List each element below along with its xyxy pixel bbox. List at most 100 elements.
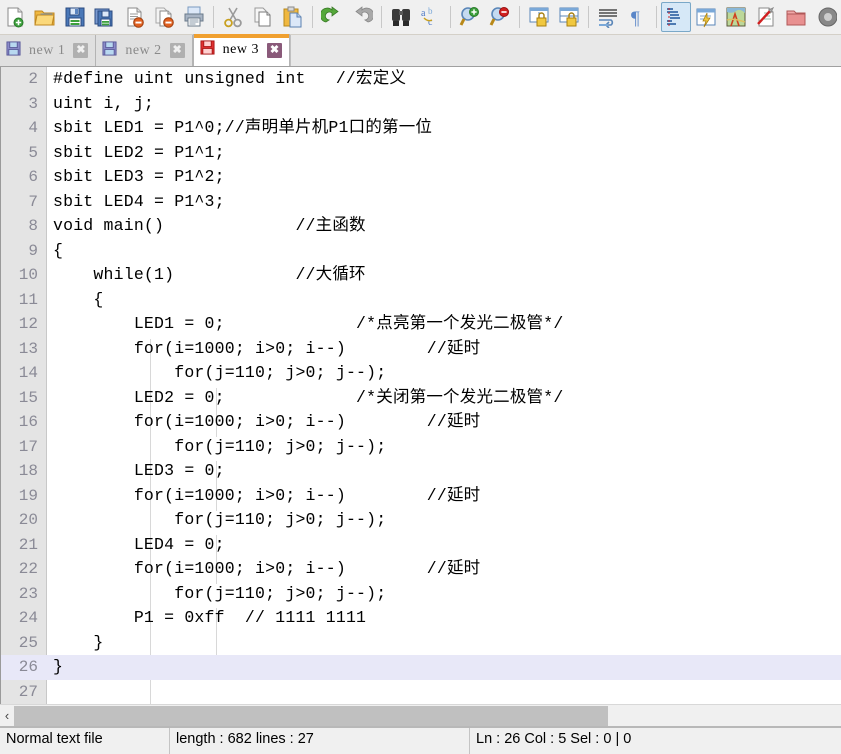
- line-number: 4: [28, 119, 38, 137]
- horizontal-scrollbar[interactable]: ‹: [0, 704, 841, 726]
- toolbar-separator: [656, 6, 658, 28]
- code-line[interactable]: 24 P1 = 0xff // 1111 1111: [1, 606, 841, 631]
- code-line[interactable]: 25 }: [1, 631, 841, 656]
- tab-new-3[interactable]: new 3 ✖: [192, 34, 290, 66]
- line-number: 18: [18, 462, 38, 480]
- status-caret-position: Ln : 26 Col : 5 Sel : 0 | 0: [476, 731, 632, 747]
- line-number: 14: [18, 364, 38, 382]
- code-line-text: for(i=1000; i>0; i--) //延时: [53, 412, 481, 431]
- find-icon[interactable]: [386, 2, 416, 32]
- code-line-text: sbit LED2 = P1^1;: [53, 142, 225, 162]
- code-line[interactable]: 20 for(j=110; j>0; j--);: [1, 508, 841, 533]
- line-number: 12: [18, 315, 38, 333]
- tab-new-1[interactable]: new 1 ✖: [0, 35, 97, 66]
- code-editor[interactable]: 2 #define uint unsigned int //宏定义 3 uint i,…: [0, 67, 841, 704]
- show-all-characters-icon[interactable]: ¶: [623, 2, 653, 32]
- folder-as-workspace-icon[interactable]: [781, 2, 811, 32]
- copy-icon[interactable]: [248, 2, 278, 32]
- save-all-icon[interactable]: [90, 2, 120, 32]
- replace-icon[interactable]: a b c: [416, 2, 446, 32]
- zoom-out-icon[interactable]: [485, 2, 515, 32]
- code-line[interactable]: 10 while(1) //大循环: [1, 263, 841, 288]
- horizontal-scroll-thumb[interactable]: [14, 705, 608, 726]
- scroll-left-arrow-icon[interactable]: ‹: [0, 706, 14, 726]
- code-line[interactable]: 21 LED4 = 0;: [1, 533, 841, 558]
- code-line[interactable]: 14 for(j=110; j>0; j--);: [1, 361, 841, 386]
- sync-horizontal-scroll-icon[interactable]: [554, 2, 584, 32]
- code-line[interactable]: 9{: [1, 239, 841, 264]
- line-number: 15: [18, 388, 38, 407]
- horizontal-scroll-track[interactable]: [14, 705, 841, 726]
- print-icon[interactable]: [180, 2, 210, 32]
- tab-label: new 2: [125, 42, 162, 58]
- code-line-text: LED1 = 0; /*点亮第一个发光二极管*/: [53, 314, 564, 333]
- toolbar-separator: [587, 6, 589, 28]
- code-line[interactable]: 16 for(i=1000; i>0; i--) //延时: [1, 410, 841, 435]
- code-line[interactable]: 15 LED2 = 0; /*关闭第一个发光二极管*/: [1, 386, 841, 411]
- tab-new-2[interactable]: new 2 ✖: [96, 35, 193, 66]
- code-line-text: P1 = 0xff // 1111 1111: [53, 608, 367, 627]
- tab-close-icon[interactable]: ✖: [266, 42, 282, 58]
- line-number: 13: [18, 339, 38, 358]
- svg-text:b: b: [428, 6, 433, 16]
- line-number: 26: [18, 658, 38, 676]
- code-line[interactable]: 5 sbit LED2 = P1^1;: [1, 141, 841, 166]
- close-file-icon[interactable]: [120, 2, 150, 32]
- tab-bar: new 1 ✖ new 2 ✖ new 3 ✖: [0, 34, 841, 67]
- word-wrap-icon[interactable]: [593, 2, 623, 32]
- tab-label: new 1: [29, 42, 66, 58]
- sync-vertical-scroll-icon[interactable]: [524, 2, 554, 32]
- line-number: 7: [28, 192, 38, 211]
- notepadpp-window: a b c ¶ new 1 ✖ new 2 ✖ new 3 ✖ 2 #defin…: [0, 0, 841, 754]
- line-number: 22: [18, 560, 38, 578]
- line-number: 25: [18, 633, 38, 652]
- user-defined-dialog-icon[interactable]: [691, 2, 721, 32]
- cut-icon[interactable]: [218, 2, 248, 32]
- code-line[interactable]: 7 sbit LED4 = P1^3;: [1, 190, 841, 215]
- save-icon[interactable]: [60, 2, 90, 32]
- status-length-lines: length : 682 lines : 27: [170, 728, 470, 754]
- code-line[interactable]: 22 for(i=1000; i>0; i--) //延时: [1, 557, 841, 582]
- code-line[interactable]: 4 sbit LED1 = P1^0;//声明单片机P1口的第一位: [1, 116, 841, 141]
- code-line[interactable]: 8 void main() //主函数: [1, 214, 841, 239]
- line-number: 2: [28, 70, 38, 88]
- line-number: 21: [18, 535, 38, 554]
- indent-guideline-icon[interactable]: [661, 2, 692, 32]
- undo-icon[interactable]: [317, 2, 347, 32]
- svg-text:¶: ¶: [631, 8, 640, 28]
- code-line-text: }: [53, 657, 64, 676]
- line-number: 5: [28, 143, 38, 162]
- code-line[interactable]: 3 uint i, j;: [1, 92, 841, 117]
- line-number: 11: [18, 290, 38, 309]
- code-line[interactable]: 18 LED3 = 0;: [1, 459, 841, 484]
- code-line[interactable]: 17 for(j=110; j>0; j--);: [1, 435, 841, 460]
- code-line[interactable]: 12 LED1 = 0; /*点亮第一个发光二极管*/: [1, 312, 841, 337]
- open-file-icon[interactable]: [30, 2, 60, 32]
- code-line[interactable]: 26}: [1, 655, 841, 680]
- monitoring-icon[interactable]: [811, 2, 841, 32]
- code-line[interactable]: 19 for(i=1000; i>0; i--) //延时: [1, 484, 841, 509]
- code-line[interactable]: 13 for(i=1000; i>0; i--) //延时: [1, 337, 841, 362]
- code-line[interactable]: 27: [1, 680, 841, 705]
- code-line-text: for(i=1000; i>0; i--) //延时: [53, 485, 481, 505]
- code-line[interactable]: 6 sbit LED3 = P1^2;: [1, 165, 841, 190]
- tab-close-icon[interactable]: ✖: [73, 43, 89, 58]
- toolbar-separator: [213, 6, 215, 28]
- code-line-text: sbit LED3 = P1^2;: [53, 167, 225, 186]
- function-list-icon[interactable]: [751, 2, 781, 32]
- code-line[interactable]: 11 {: [1, 288, 841, 313]
- line-number: 17: [18, 437, 38, 456]
- zoom-in-icon[interactable]: [455, 2, 485, 32]
- tab-close-icon[interactable]: ✖: [169, 43, 185, 58]
- paste-icon[interactable]: [278, 2, 308, 32]
- code-line[interactable]: 2 #define uint unsigned int //宏定义: [1, 67, 841, 92]
- status-bar: Normal text file length : 682 lines : 27…: [0, 726, 841, 754]
- new-file-icon[interactable]: [0, 2, 30, 32]
- line-number: 23: [18, 584, 38, 603]
- document-map-icon[interactable]: [721, 2, 751, 32]
- redo-icon[interactable]: [347, 2, 377, 32]
- toolbar: a b c ¶: [0, 0, 841, 35]
- code-line[interactable]: 23 for(j=110; j>0; j--);: [1, 582, 841, 607]
- close-all-icon[interactable]: [150, 2, 180, 32]
- line-number: 3: [28, 94, 38, 113]
